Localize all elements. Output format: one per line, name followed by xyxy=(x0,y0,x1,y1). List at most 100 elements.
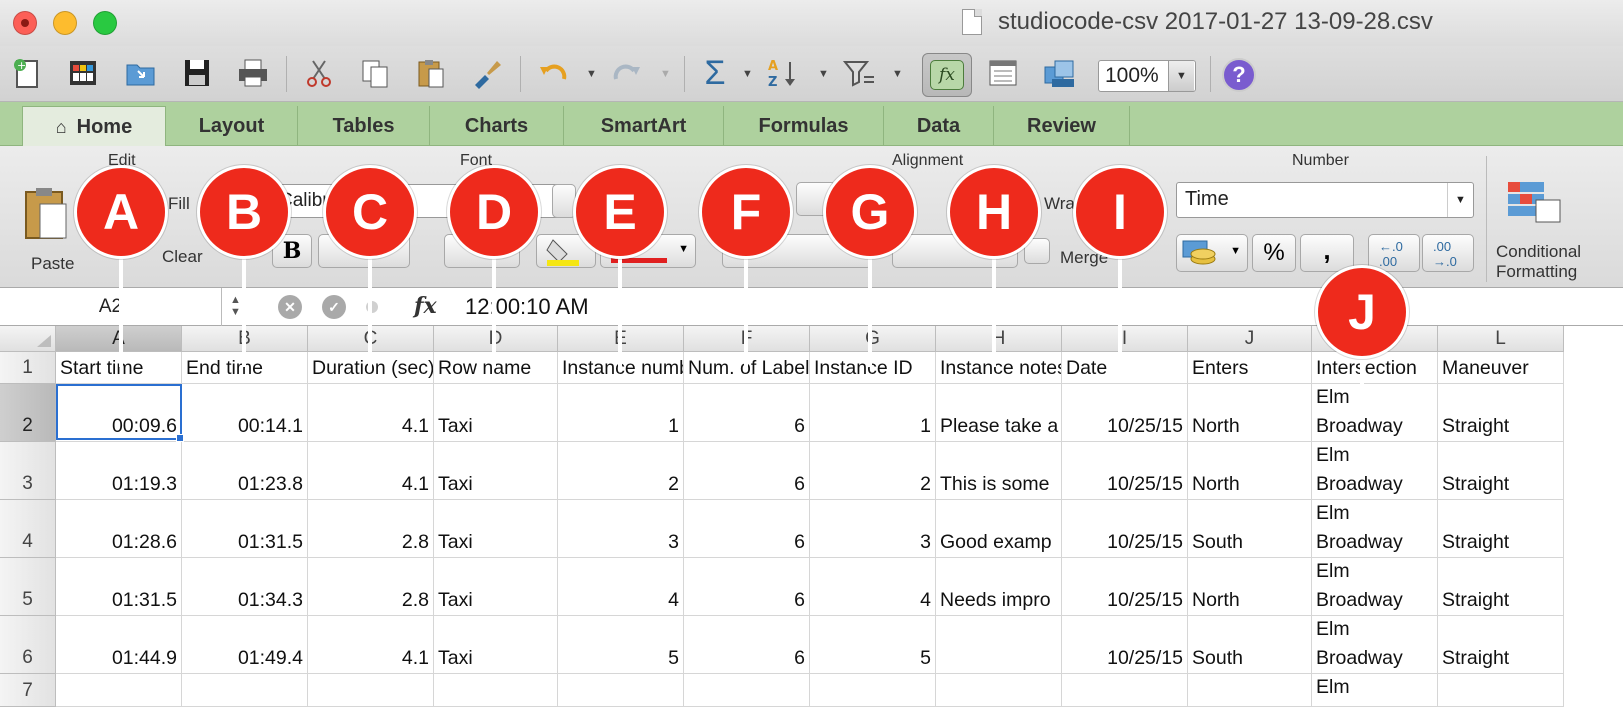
cell-g5[interactable]: 4 xyxy=(810,558,936,616)
toolbox-button[interactable] xyxy=(1040,54,1078,92)
cell-b4[interactable]: 01:31.5 xyxy=(182,500,308,558)
column-header-i[interactable]: I xyxy=(1062,326,1188,352)
tab-layout[interactable]: Layout xyxy=(166,106,298,146)
cell-l1[interactable]: Maneuver xyxy=(1438,352,1564,384)
zoom-dropdown-button[interactable]: ▼ xyxy=(1168,61,1194,91)
cell-k2[interactable]: Elm Broadway xyxy=(1312,384,1438,442)
minimize-window-button[interactable] xyxy=(53,11,77,35)
cell-l4[interactable]: Straight xyxy=(1438,500,1564,558)
name-box-stepper[interactable]: ▲ ▼ xyxy=(230,294,241,318)
cell-j6[interactable]: South xyxy=(1188,616,1312,674)
show-gallery-button[interactable] xyxy=(984,54,1022,92)
cell-h4[interactable]: Good examp xyxy=(936,500,1062,558)
redo-button[interactable] xyxy=(608,54,646,92)
row-header-3[interactable]: 3 xyxy=(0,442,56,500)
cell-i3[interactable]: 10/25/15 xyxy=(1062,442,1188,500)
row-header-2[interactable]: 2 xyxy=(0,384,56,442)
cell-e3[interactable]: 2 xyxy=(558,442,684,500)
cell-e4[interactable]: 3 xyxy=(558,500,684,558)
formula-input[interactable]: 12:00:10 AM xyxy=(465,294,589,320)
cell-l7[interactable] xyxy=(1438,674,1564,707)
autosum-button[interactable]: Σ xyxy=(696,54,734,92)
row-header-5[interactable]: 5 xyxy=(0,558,56,616)
tab-data[interactable]: Data xyxy=(884,106,994,146)
cell-f7[interactable] xyxy=(684,674,810,707)
cell-k4[interactable]: Elm Broadway xyxy=(1312,500,1438,558)
cell-k7[interactable]: Elm xyxy=(1312,674,1438,707)
tab-home[interactable]: ⌂ Home xyxy=(22,106,166,147)
fill-button[interactable]: Fill xyxy=(168,194,190,214)
cell-c7[interactable] xyxy=(308,674,434,707)
cell-i4[interactable]: 10/25/15 xyxy=(1062,500,1188,558)
cell-c4[interactable]: 2.8 xyxy=(308,500,434,558)
comma-style-button[interactable]: , xyxy=(1300,234,1354,272)
cell-c5[interactable]: 2.8 xyxy=(308,558,434,616)
undo-dropdown-caret[interactable]: ▼ xyxy=(586,68,597,80)
close-window-button[interactable] xyxy=(13,11,37,35)
cell-e6[interactable]: 5 xyxy=(558,616,684,674)
zoom-window-button[interactable] xyxy=(93,11,117,35)
cell-b3[interactable]: 01:23.8 xyxy=(182,442,308,500)
select-all-corner[interactable] xyxy=(0,326,56,352)
tab-charts[interactable]: Charts xyxy=(430,106,564,146)
cell-e5[interactable]: 4 xyxy=(558,558,684,616)
column-header-h[interactable]: H xyxy=(936,326,1062,352)
formula-builder-button[interactable]: fx xyxy=(922,53,972,97)
tab-formulas[interactable]: Formulas xyxy=(724,106,884,146)
redo-dropdown-caret[interactable]: ▼ xyxy=(660,68,671,80)
cell-f2[interactable]: 6 xyxy=(684,384,810,442)
tab-smartart[interactable]: SmartArt xyxy=(564,106,724,146)
cell-f5[interactable]: 6 xyxy=(684,558,810,616)
clear-button[interactable]: Clear xyxy=(162,247,203,267)
row-header-6[interactable]: 6 xyxy=(0,616,56,674)
cell-g3[interactable]: 2 xyxy=(810,442,936,500)
cell-g7[interactable] xyxy=(810,674,936,707)
sort-dropdown-caret[interactable]: ▼ xyxy=(818,68,829,80)
tab-review[interactable]: Review xyxy=(994,106,1130,146)
cell-h2[interactable]: Please take a xyxy=(936,384,1062,442)
cell-d3[interactable]: Taxi xyxy=(434,442,558,500)
cancel-entry-icon[interactable]: ✕ xyxy=(278,295,302,319)
cell-h1[interactable]: Instance notes xyxy=(936,352,1062,384)
currency-format-button[interactable]: ▼ xyxy=(1176,234,1248,272)
cell-b2[interactable]: 00:14.1 xyxy=(182,384,308,442)
format-painter-button[interactable] xyxy=(468,54,506,92)
name-box[interactable]: A2 xyxy=(0,288,222,326)
cell-k5[interactable]: Elm Broadway xyxy=(1312,558,1438,616)
save-button[interactable] xyxy=(178,54,216,92)
conditional-formatting-button[interactable]: Conditional Formatting xyxy=(1496,178,1623,282)
cell-g1[interactable]: Instance ID xyxy=(810,352,936,384)
cell-c6[interactable]: 4.1 xyxy=(308,616,434,674)
templates-button[interactable] xyxy=(64,54,102,92)
cell-a5[interactable]: 01:31.5 xyxy=(56,558,182,616)
column-header-d[interactable]: D xyxy=(434,326,558,352)
cell-i2[interactable]: 10/25/15 xyxy=(1062,384,1188,442)
cell-c2[interactable]: 4.1 xyxy=(308,384,434,442)
cell-k6[interactable]: Elm Broadway xyxy=(1312,616,1438,674)
percent-style-button[interactable]: % xyxy=(1252,234,1296,272)
cell-e7[interactable] xyxy=(558,674,684,707)
cell-i1[interactable]: Date xyxy=(1062,352,1188,384)
filter-dropdown-caret[interactable]: ▼ xyxy=(892,68,903,80)
cell-g2[interactable]: 1 xyxy=(810,384,936,442)
new-document-button[interactable]: + xyxy=(8,54,46,92)
cell-l6[interactable]: Straight xyxy=(1438,616,1564,674)
column-header-g[interactable]: G xyxy=(810,326,936,352)
filter-button[interactable] xyxy=(840,54,878,92)
cell-i5[interactable]: 10/25/15 xyxy=(1062,558,1188,616)
copy-button[interactable] xyxy=(356,54,394,92)
cell-j7[interactable] xyxy=(1188,674,1312,707)
cell-h3[interactable]: This is some xyxy=(936,442,1062,500)
number-format-select[interactable]: Time ▼ xyxy=(1176,182,1474,218)
insert-function-button[interactable]: fx xyxy=(414,293,437,319)
cell-b5[interactable]: 01:34.3 xyxy=(182,558,308,616)
cell-b7[interactable] xyxy=(182,674,308,707)
open-button[interactable] xyxy=(122,54,160,92)
sort-button[interactable]: AZ xyxy=(764,54,802,92)
cell-h6[interactable] xyxy=(936,616,1062,674)
cell-d4[interactable]: Taxi xyxy=(434,500,558,558)
row-header-4[interactable]: 4 xyxy=(0,500,56,558)
confirm-entry-icon[interactable]: ✓ xyxy=(322,295,346,319)
cell-d1[interactable]: Row name xyxy=(434,352,558,384)
paste-toolbar-button[interactable] xyxy=(412,54,450,92)
